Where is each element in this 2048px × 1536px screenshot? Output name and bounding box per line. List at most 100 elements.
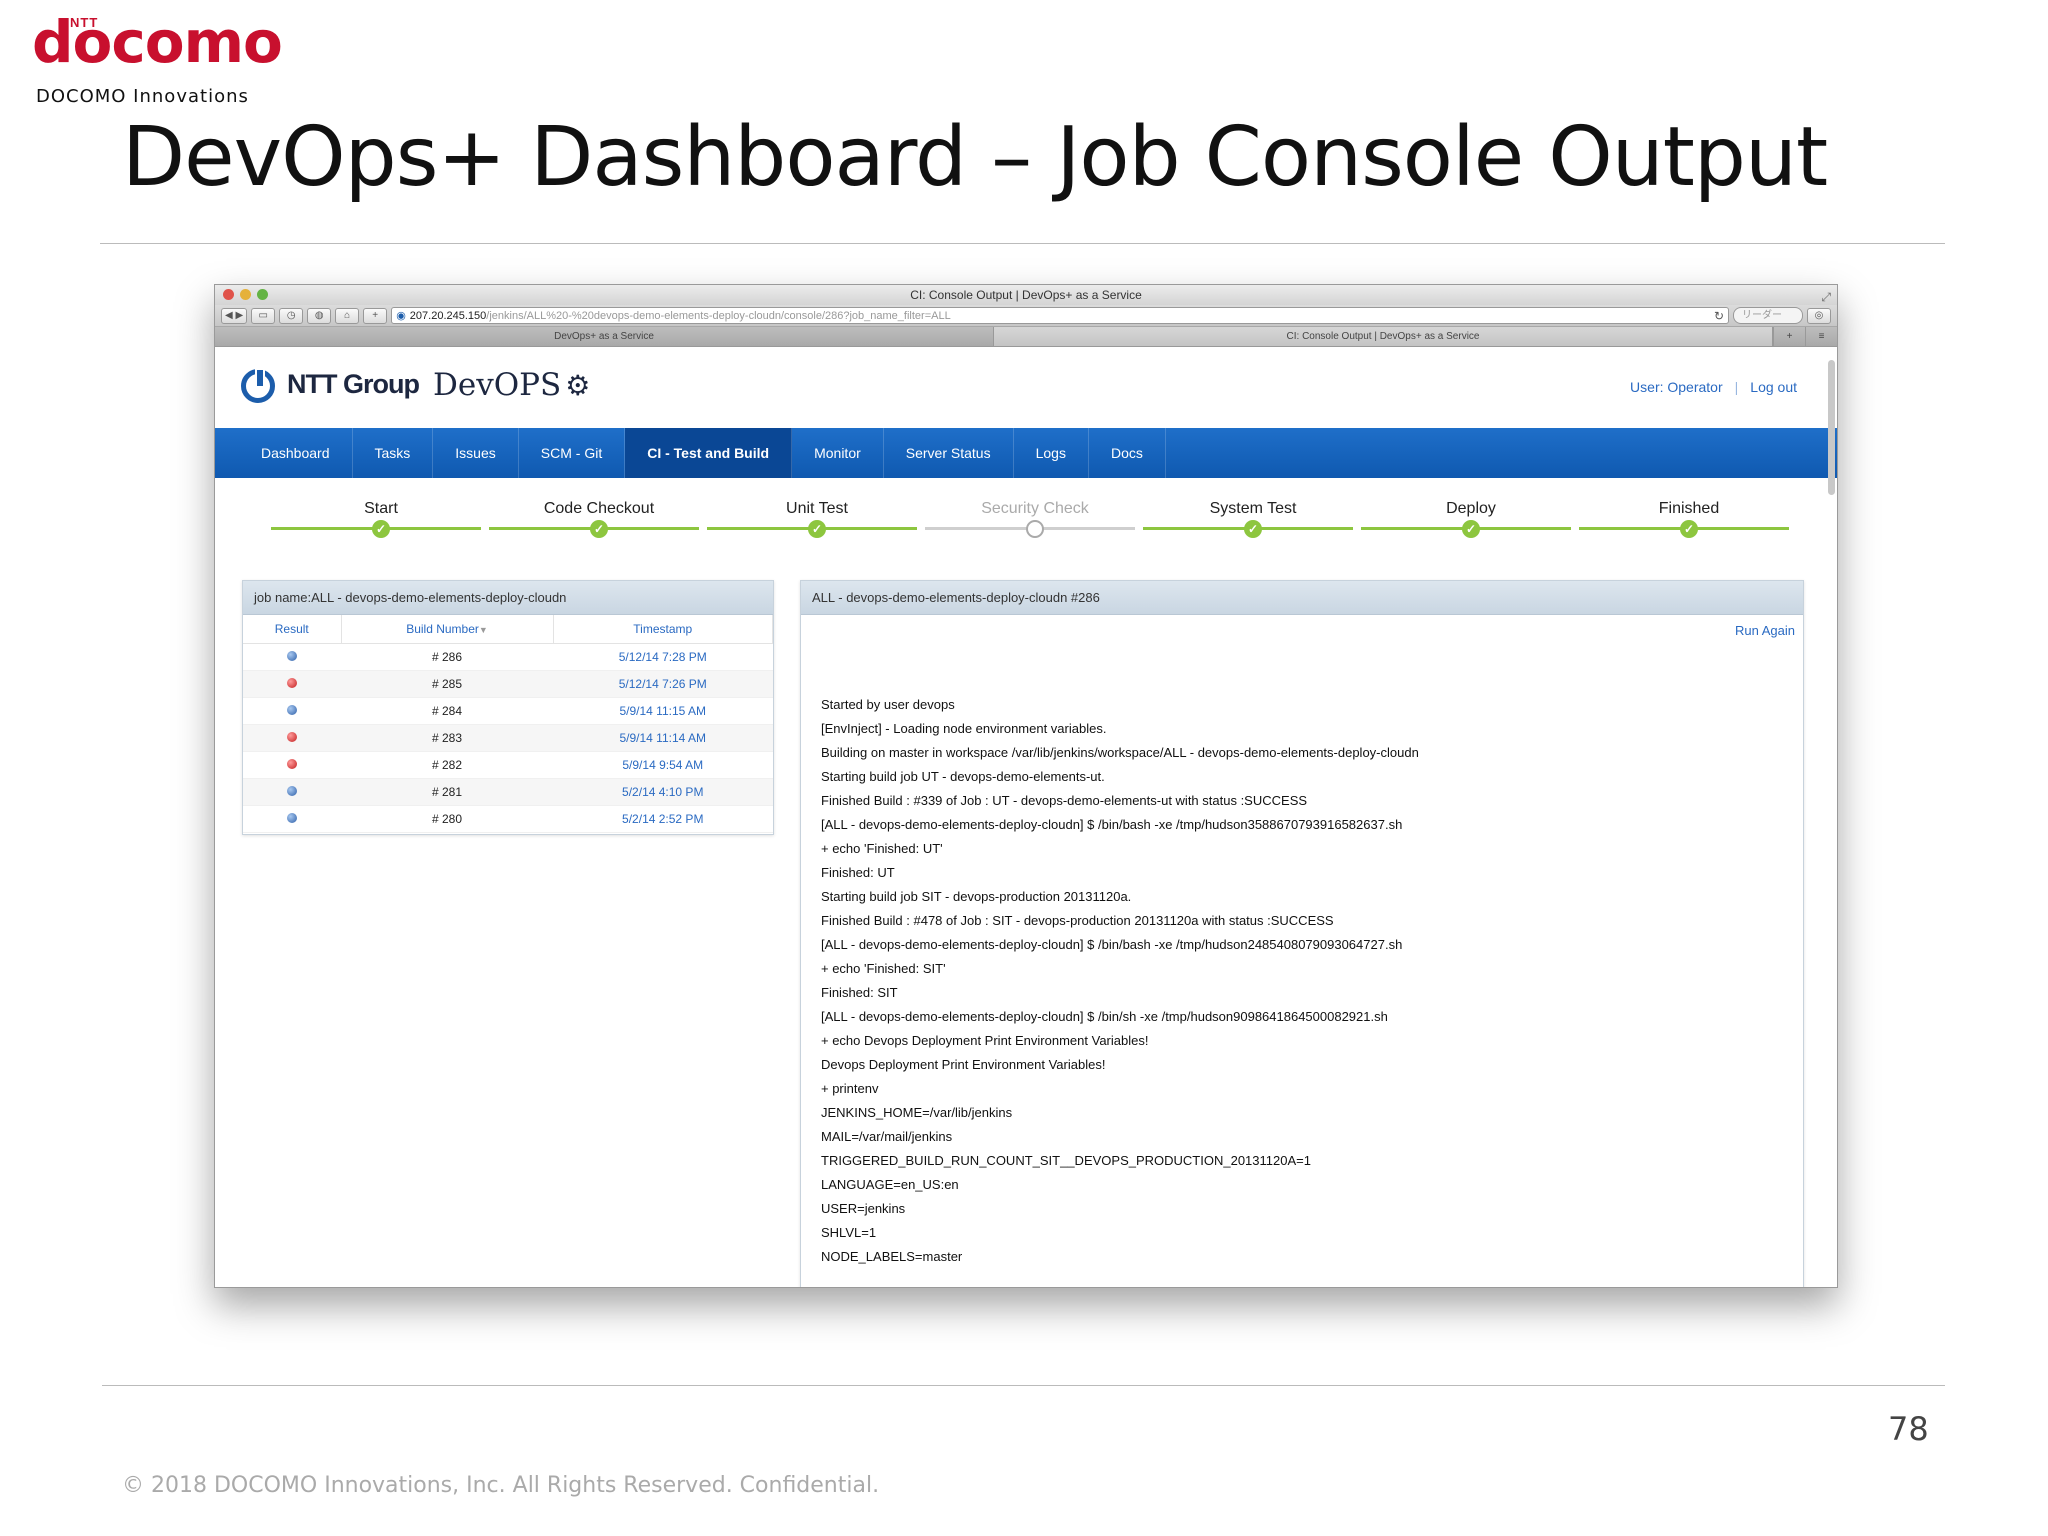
status-ball-icon (287, 785, 297, 796)
nav-tasks[interactable]: Tasks (353, 428, 434, 478)
bookmarks-icon[interactable]: ▭ (251, 307, 276, 324)
stage-system-test[interactable]: System Test (1144, 500, 1362, 518)
add-bookmark-icon[interactable]: + (363, 307, 388, 324)
column-result[interactable]: Result (243, 615, 342, 644)
nav-docs[interactable]: Docs (1089, 428, 1166, 478)
table-row[interactable]: # 282 5/9/14 9:54 AM (243, 751, 773, 779)
pipeline-stages: Start ✓ Code Checkout ✓ Unit Test ✓ Secu… (215, 478, 1837, 570)
logout-link[interactable]: Log out (1750, 379, 1797, 395)
console-line: + echo Devops Deployment Print Environme… (821, 1033, 1149, 1048)
build-number[interactable]: # 280 (341, 805, 553, 833)
run-again-link[interactable]: Run Again (1735, 623, 1795, 638)
console-line: MAIL=/var/mail/jenkins (821, 1129, 953, 1144)
brand-product: DevOPS ⚙ (433, 367, 590, 403)
stage-code-checkout[interactable]: Code Checkout (490, 500, 708, 518)
build-timestamp[interactable]: 5/9/14 9:54 AM (553, 751, 773, 779)
nav-ci-test-build[interactable]: CI - Test and Build (625, 428, 793, 478)
stage-start[interactable]: Start (272, 500, 490, 518)
build-history-panel: job name:ALL - devops-demo-elements-depl… (242, 580, 774, 835)
build-number[interactable]: # 285 (341, 670, 553, 698)
build-timestamp[interactable]: 5/9/14 11:14 AM (553, 724, 773, 752)
build-timestamp[interactable]: 5/12/14 7:26 PM (553, 670, 773, 698)
check-icon: ✓ (1244, 520, 1262, 538)
build-timestamp[interactable]: 5/9/14 11:15 AM (553, 697, 773, 725)
build-number[interactable]: # 286 (341, 643, 553, 671)
table-row[interactable]: # 280 5/2/14 2:52 PM (243, 805, 773, 833)
user-operator-link[interactable]: User: Operator (1630, 379, 1723, 395)
table-row[interactable]: # 284 5/9/14 11:15 AM (243, 697, 773, 725)
stage-label: Finished (1658, 500, 1720, 517)
address-bar[interactable]: ◉ 207.20.245.150 /jenkins/ALL%20-%20devo… (391, 307, 1729, 324)
stage-deploy[interactable]: Deploy (1362, 500, 1580, 518)
build-number[interactable]: # 284 (341, 697, 553, 725)
tab-list-icon[interactable]: ≡ (1805, 327, 1837, 346)
ntt-logo-mark: NTT (70, 15, 99, 30)
console-line: [ALL - devops-demo-elements-deploy-cloud… (821, 1009, 1388, 1024)
build-history-title: job name:ALL - devops-demo-elements-depl… (243, 581, 773, 615)
copyright-notice: © 2018 DOCOMO Innovations, Inc. All Righ… (122, 1473, 880, 1498)
history-icon[interactable]: ◷ (279, 307, 304, 324)
nav-scm-git[interactable]: SCM - Git (519, 428, 626, 478)
nav-issues[interactable]: Issues (433, 428, 519, 478)
back-icon[interactable]: ◀ (225, 310, 233, 321)
check-icon: ✓ (808, 520, 826, 538)
result-cell (243, 670, 341, 698)
table-row[interactable]: # 286 5/12/14 7:28 PM (243, 643, 773, 671)
console-line: + echo 'Finished: SIT' (821, 961, 946, 976)
table-row[interactable]: # 285 5/12/14 7:26 PM (243, 670, 773, 698)
nav-monitor[interactable]: Monitor (792, 428, 884, 478)
page-scrollbar[interactable] (1828, 360, 1835, 495)
status-ball-icon (287, 704, 297, 715)
console-output-title: ALL - devops-demo-elements-deploy-cloudn… (801, 581, 1803, 615)
console-line: [EnvInject] - Loading node environment v… (821, 721, 1107, 736)
nav-server-status[interactable]: Server Status (884, 428, 1014, 478)
nav-dashboard[interactable]: Dashboard (239, 428, 353, 478)
build-number[interactable]: # 281 (341, 778, 553, 806)
forward-icon[interactable]: ▶ (235, 310, 243, 321)
reload-icon[interactable]: ↻ (1714, 309, 1724, 323)
column-build-number-label: Build Number (406, 621, 479, 636)
pending-circle-icon (1026, 520, 1044, 538)
zoom-window-button[interactable] (257, 289, 268, 300)
console-line: + echo 'Finished: UT' (821, 841, 943, 856)
build-number[interactable]: # 283 (341, 724, 553, 752)
column-timestamp[interactable]: Timestamp (553, 615, 773, 644)
stage-label: Start (364, 500, 398, 517)
download-icon[interactable]: ◎ (1807, 307, 1831, 324)
console-line: Starting build job SIT - devops-producti… (821, 889, 1132, 904)
fullscreen-icon[interactable]: ⤢ (1821, 287, 1831, 307)
status-ball-icon (287, 677, 297, 688)
check-icon: ✓ (372, 520, 390, 538)
share-icon[interactable]: ◍ (307, 307, 332, 324)
build-timestamp[interactable]: 5/12/14 7:28 PM (553, 643, 773, 671)
console-line: + printenv (821, 1081, 879, 1096)
build-timestamp[interactable]: 5/2/14 4:10 PM (553, 778, 773, 806)
column-build-number[interactable]: Build Number▼ (341, 615, 554, 644)
brand-product-name: DevOPS (433, 367, 562, 403)
build-timestamp[interactable]: 5/2/14 2:52 PM (553, 805, 773, 833)
tab-devops-service[interactable]: DevOps+ as a Service (215, 327, 994, 346)
console-line: NODE_LABELS=master (821, 1249, 963, 1264)
home-icon[interactable]: ⌂ (335, 307, 360, 324)
stage-security-check[interactable]: Security Check (926, 500, 1144, 518)
close-window-button[interactable] (223, 289, 234, 300)
tab-console-output[interactable]: CI: Console Output | DevOps+ as a Servic… (994, 327, 1773, 346)
stage-label: Deploy (1446, 500, 1496, 517)
reader-button[interactable]: リーダー (1733, 307, 1803, 324)
stage-unit-test[interactable]: Unit Test (708, 500, 926, 518)
sort-down-icon: ▼ (478, 624, 488, 635)
console-line: SHLVL=1 (821, 1225, 877, 1240)
nav-logs[interactable]: Logs (1014, 428, 1089, 478)
table-row[interactable]: # 281 5/2/14 4:10 PM (243, 778, 773, 806)
console-line: TRIGGERED_BUILD_RUN_COUNT_SIT__DEVOPS_PR… (821, 1153, 1311, 1168)
new-tab-button[interactable]: + (1773, 327, 1805, 346)
main-nav: Dashboard Tasks Issues SCM - Git CI - Te… (215, 428, 1837, 478)
build-number[interactable]: # 282 (341, 751, 553, 779)
back-forward-button[interactable]: ◀ ▶ (221, 307, 248, 324)
minimize-window-button[interactable] (240, 289, 251, 300)
stage-label: Security Check (981, 500, 1089, 517)
table-row[interactable]: # 283 5/9/14 11:14 AM (243, 724, 773, 752)
build-history-table: Result Build Number▼ Timestamp # 286 5/1… (243, 615, 773, 833)
site-icon: ◉ (396, 310, 406, 322)
stage-finished[interactable]: Finished (1580, 500, 1798, 518)
